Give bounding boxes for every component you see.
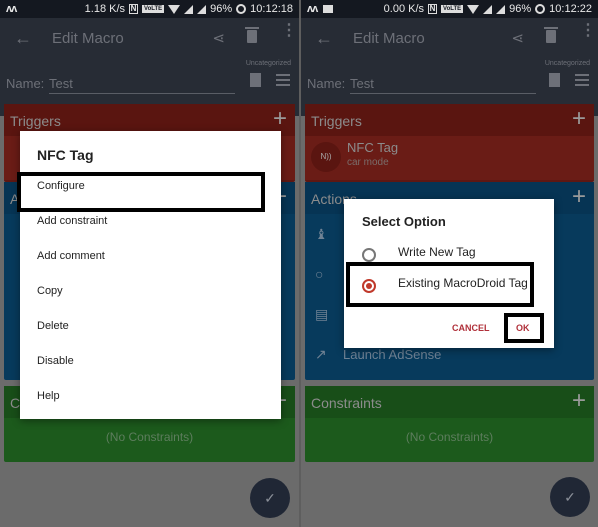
nfc-status-icon: N — [428, 4, 438, 14]
macro-name-input[interactable]: Test — [49, 74, 235, 94]
cancel-button[interactable]: CANCEL — [452, 323, 490, 333]
category-label[interactable]: Uncategorized — [246, 60, 291, 67]
page-title: Edit Macro — [52, 30, 124, 47]
back-arrow-icon[interactable]: ← — [315, 28, 333, 49]
clock: 10:12:18 — [250, 3, 293, 15]
triggers-section: Triggers + N)) NFC Tag car mode — [305, 104, 594, 182]
nfc-status-icon: N — [129, 4, 139, 14]
volte-icon: VoLTE — [441, 5, 464, 13]
menu-item-copy[interactable]: Copy — [20, 274, 281, 309]
image-notification-icon — [323, 5, 334, 13]
trigger-item-nfc-tag[interactable]: N)) NFC Tag car mode — [305, 136, 594, 180]
menu-item-configure[interactable]: Configure — [20, 169, 281, 204]
signal-icon — [184, 4, 194, 14]
screen-left: ʌʌ 1.18 K/s N VoLTE 96% 10:12:18 ← Edit … — [0, 0, 299, 527]
name-label: Name: — [6, 76, 45, 91]
radio-unchecked-icon[interactable] — [362, 248, 376, 262]
sync-icon — [236, 4, 247, 14]
menu-item-add-constraint[interactable]: Add constraint — [20, 204, 281, 239]
dialog-title: Select Option — [362, 214, 446, 229]
menu-item-disable[interactable]: Disable — [20, 344, 281, 379]
triggers-label: Triggers — [10, 113, 61, 129]
more-options-icon[interactable]: ⋮ — [580, 23, 596, 39]
launch-icon: ↗ — [315, 346, 327, 362]
message-icon: ▤ — [315, 306, 329, 322]
constraints-section: Constraints + (No Constraints) — [305, 386, 594, 462]
volte-icon: VoLTE — [142, 5, 165, 13]
ok-button[interactable]: OK — [516, 323, 530, 333]
list-icon[interactable] — [575, 74, 589, 86]
option-write-new-tag[interactable]: Write New Tag — [344, 244, 554, 268]
trigger-title: NFC Tag — [347, 140, 399, 155]
option-existing-tag[interactable]: Existing MacroDroid Tag — [344, 275, 554, 299]
status-bar: ʌʌ 0.00 K/s N VoLTE 96% 10:12:22 — [301, 0, 598, 18]
no-constraints-text: (No Constraints) — [105, 430, 194, 444]
app-bar: ← Edit Macro ⋖ ⋮ Uncategorized Name: Tes… — [301, 18, 598, 116]
option-label: Write New Tag — [398, 245, 476, 259]
document-icon[interactable] — [549, 73, 560, 87]
status-bar: ʌʌ 1.18 K/s N VoLTE 96% 10:12:18 — [0, 0, 299, 18]
add-trigger-plus-icon[interactable]: + — [572, 107, 586, 131]
back-arrow-icon[interactable]: ← — [14, 28, 32, 49]
nfc-icon: N)) — [311, 142, 341, 172]
app-bar: ← Edit Macro ⋖ ⋮ Uncategorized Name: Tes… — [0, 18, 299, 116]
menu-item-delete[interactable]: Delete — [20, 309, 281, 344]
network-speed: 1.18 K/s — [84, 3, 126, 15]
list-icon[interactable] — [276, 74, 290, 86]
save-fab-check-icon[interactable]: ✓ — [250, 478, 290, 518]
sync-icon — [535, 4, 546, 14]
select-option-dialog: Select Option Write New Tag Existing Mac… — [344, 199, 554, 348]
menu-item-add-comment[interactable]: Add comment — [20, 239, 281, 274]
battery-level: 96% — [210, 3, 233, 15]
signal-icon-2 — [496, 4, 506, 14]
triggers-label: Triggers — [311, 113, 362, 129]
constraints-label: Constraints — [311, 395, 382, 411]
chess-icon: ♝ — [315, 226, 328, 242]
document-icon[interactable] — [250, 73, 261, 87]
add-trigger-plus-icon[interactable]: + — [273, 107, 287, 131]
signal-icon-2 — [197, 4, 207, 14]
menu-item-help[interactable]: Help — [20, 379, 281, 414]
page-title: Edit Macro — [353, 30, 425, 47]
add-constraint-plus-icon[interactable]: + — [572, 389, 586, 413]
app-notification-icon: ʌʌ — [307, 3, 318, 15]
trigger-subtitle: car mode — [347, 157, 389, 168]
wifi-icon — [168, 4, 181, 14]
screen-right: ʌʌ 0.00 K/s N VoLTE 96% 10:12:22 ← Edit … — [301, 0, 598, 527]
context-menu: NFC Tag Configure Add constraint Add com… — [20, 131, 281, 419]
add-action-plus-icon[interactable]: + — [572, 185, 586, 209]
wifi-icon — [467, 4, 480, 14]
network-speed: 0.00 K/s — [383, 3, 425, 15]
option-label: Existing MacroDroid Tag — [398, 276, 528, 290]
delete-icon[interactable] — [544, 27, 558, 43]
name-label: Name: — [307, 76, 346, 91]
more-options-icon[interactable]: ⋮ — [281, 23, 297, 39]
signal-icon — [483, 4, 493, 14]
share-icon[interactable]: ⋖ — [212, 29, 225, 47]
category-label[interactable]: Uncategorized — [545, 60, 590, 67]
share-icon[interactable]: ⋖ — [511, 29, 524, 47]
battery-level: 96% — [509, 3, 532, 15]
radio-checked-icon[interactable] — [362, 279, 376, 293]
clock: 10:12:22 — [549, 3, 592, 15]
macro-name-input[interactable]: Test — [350, 74, 536, 94]
menu-title: NFC Tag — [37, 147, 94, 163]
no-constraints-text: (No Constraints) — [405, 430, 494, 444]
lightbulb-icon: ○ — [315, 266, 324, 282]
save-fab-check-icon[interactable]: ✓ — [550, 477, 590, 517]
action-text: Launch AdSense — [343, 347, 442, 362]
app-notification-icon: ʌʌ — [6, 3, 17, 15]
delete-icon[interactable] — [245, 27, 259, 43]
